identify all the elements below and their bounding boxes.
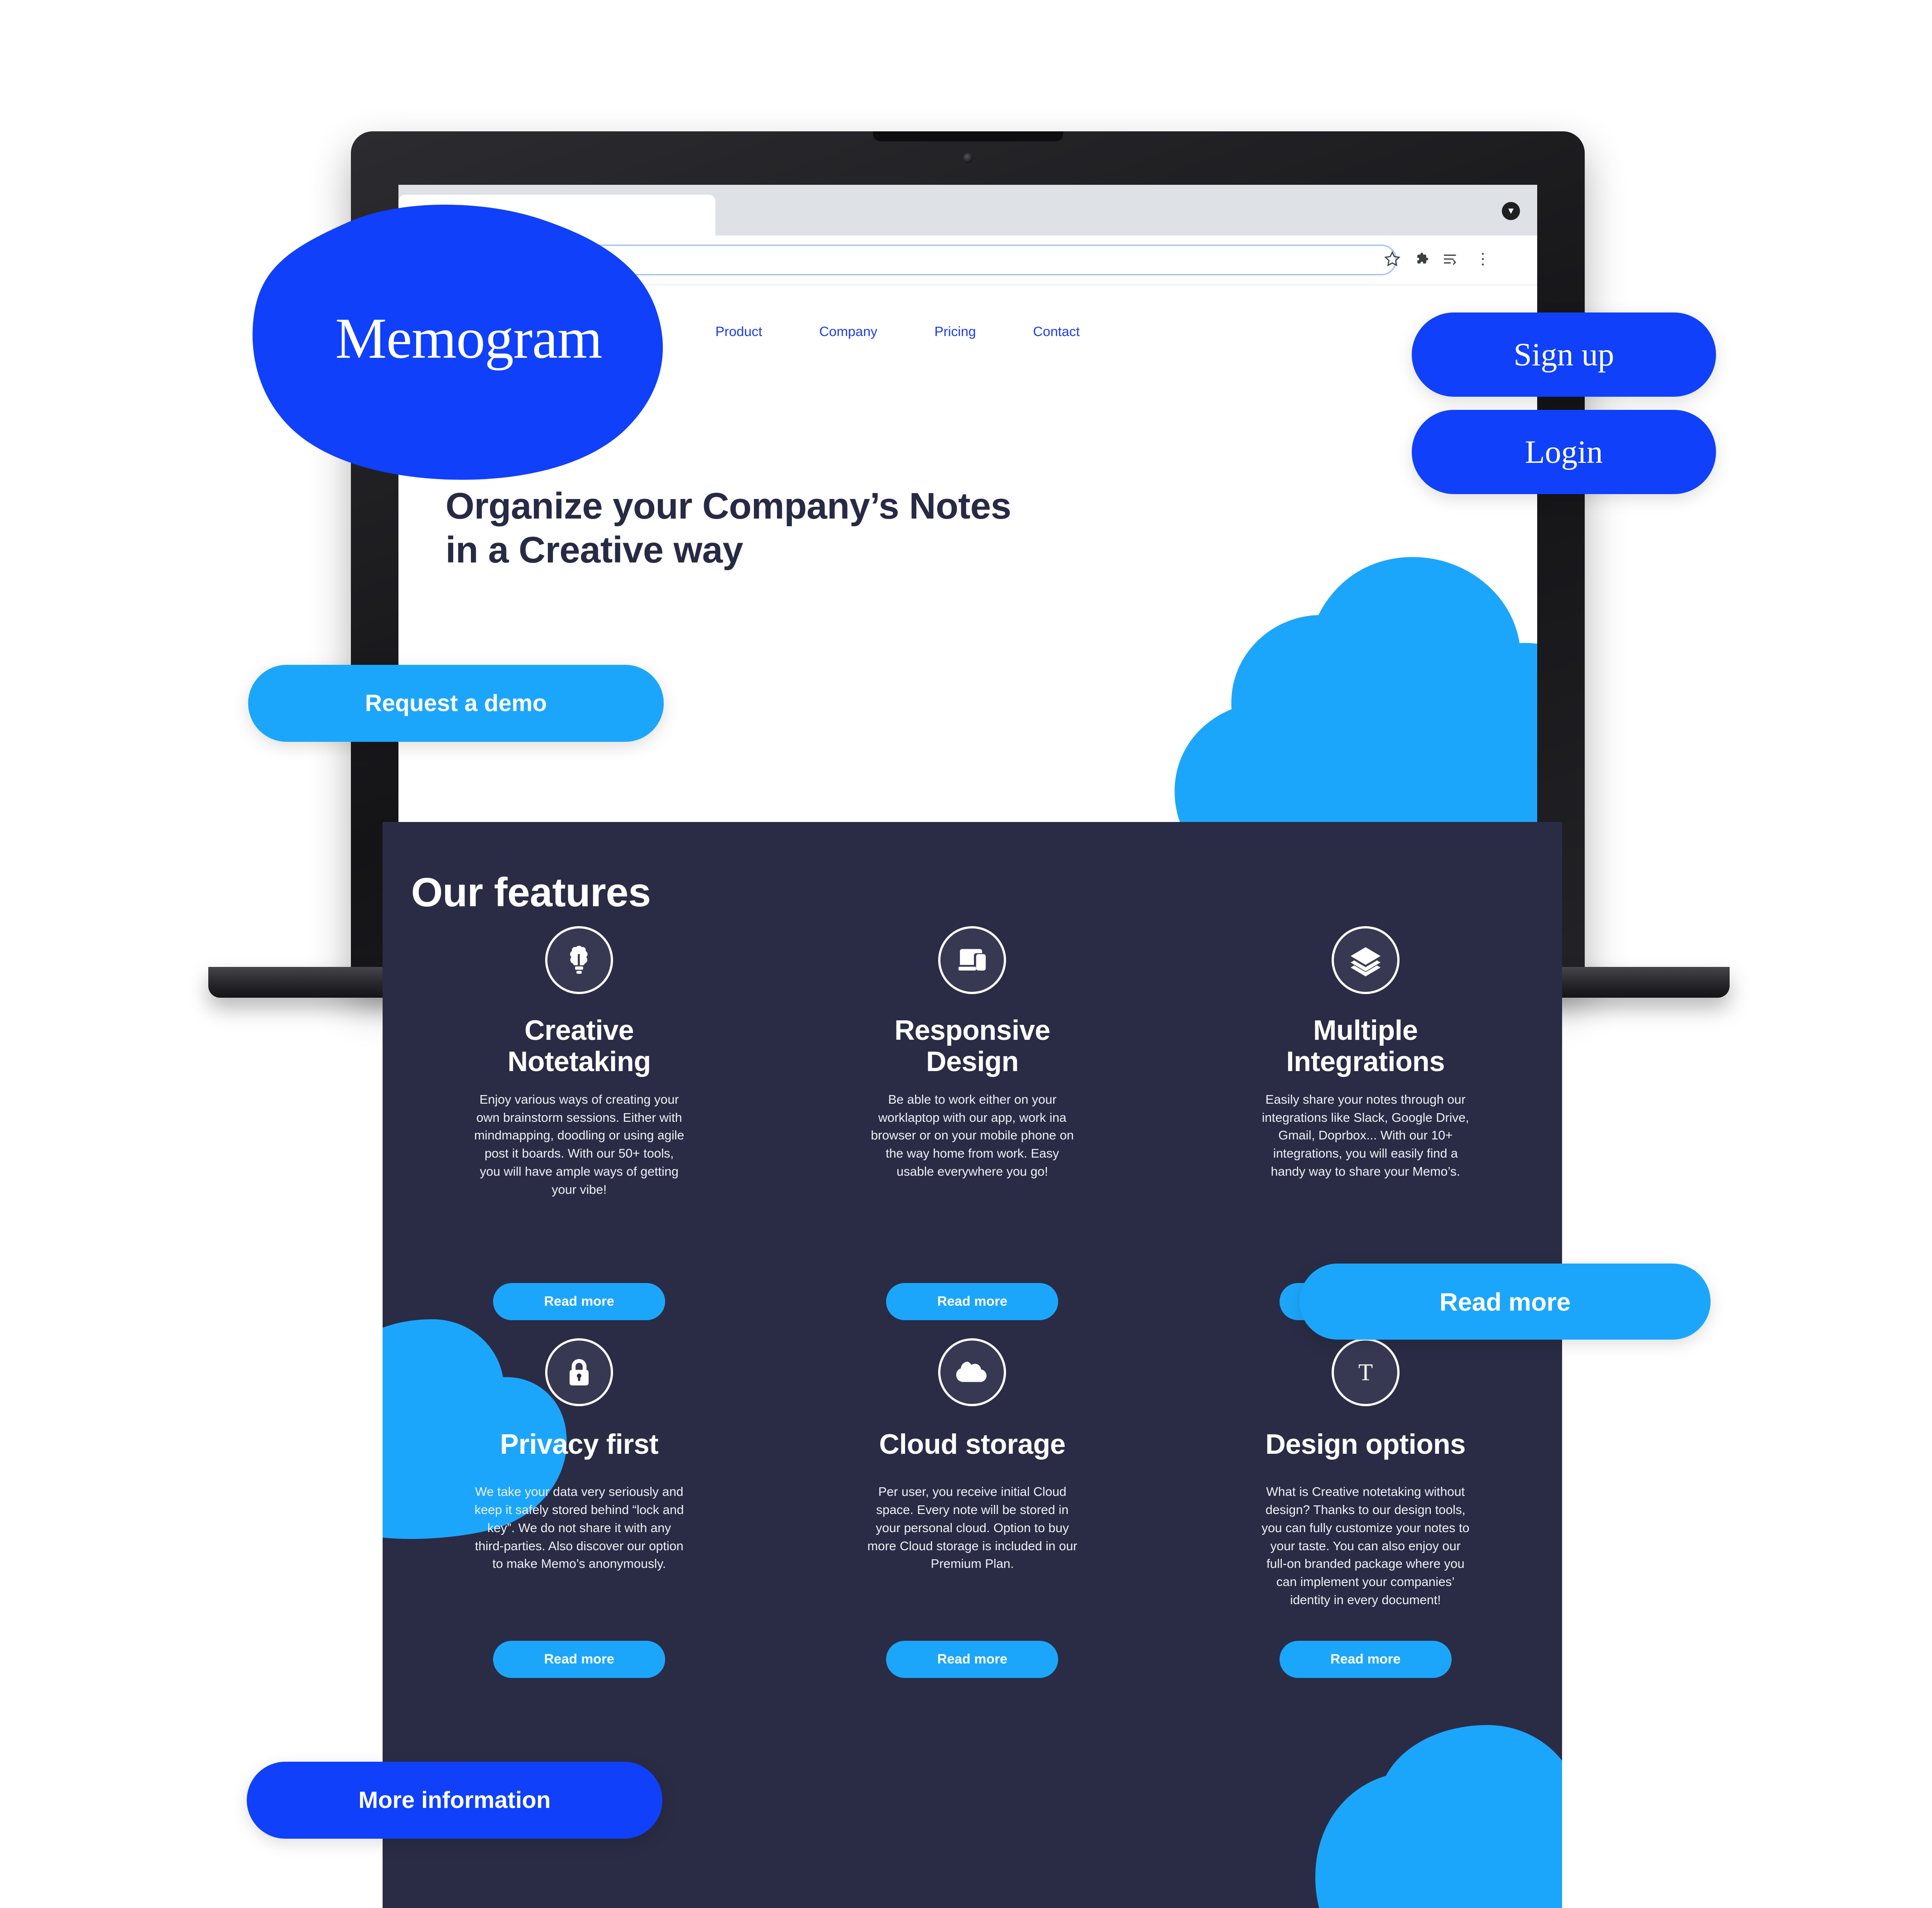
nav-link-company[interactable]: Company <box>819 324 877 340</box>
cloud-decoration-right <box>1315 1714 1562 1908</box>
login-button[interactable]: Login <box>1412 410 1716 494</box>
feature-title: Responsive Design <box>894 1015 1050 1078</box>
feature-description: What is Creative notetaking without desi… <box>1261 1485 1470 1607</box>
signup-button[interactable]: Sign up <box>1412 312 1716 397</box>
bookmark-star-icon[interactable] <box>1381 248 1403 270</box>
feature-description: Be able to work either on your worklapto… <box>871 1092 1074 1178</box>
cloud-icon <box>938 1338 1007 1406</box>
brain-lightbulb-icon <box>545 926 614 994</box>
profile-avatar-icon[interactable]: ▼ <box>1502 202 1520 220</box>
request-demo-button[interactable]: Request a demo <box>248 665 664 742</box>
feature-title: Creative Notetaking <box>507 1015 651 1078</box>
nav-link-pricing[interactable]: Pricing <box>935 324 976 340</box>
hero-heading-line-1: Organize your Company’s Notes <box>446 485 1012 527</box>
typography-t-icon: T <box>1331 1338 1400 1406</box>
read-more-button[interactable]: Read more <box>886 1641 1059 1678</box>
laptop-notch <box>873 131 1063 141</box>
hero-heading: Organize your Company’s Notes in a Creat… <box>446 485 1170 572</box>
features-row: Privacy first We take your data very ser… <box>383 1338 1562 1682</box>
browser-menu-icon[interactable]: ⋮ <box>1472 248 1494 270</box>
mockup-stage: × ▼ <box>0 0 1932 1908</box>
laptop-webcam-icon <box>963 153 973 163</box>
read-more-overlay-button[interactable]: Read more <box>1299 1264 1711 1340</box>
feature-title: Cloud storage <box>879 1429 1066 1460</box>
brand-logo[interactable]: Memogram <box>247 204 681 482</box>
devices-icon <box>938 926 1007 994</box>
feature-description: Easily share your notes through our inte… <box>1262 1092 1469 1178</box>
read-more-button[interactable]: Read more <box>493 1641 666 1678</box>
feature-card-privacy-first: Privacy first We take your data very ser… <box>383 1338 776 1682</box>
reading-list-icon[interactable] <box>1439 248 1461 270</box>
hero-heading-line-2: in a Creative way <box>446 529 743 571</box>
feature-title: Privacy first <box>500 1429 659 1460</box>
read-more-button[interactable]: Read more <box>493 1283 666 1320</box>
feature-card-design-options: T Design options What is Creative noteta… <box>1169 1338 1562 1682</box>
features-section: Our features Creative Notetaking Enjoy v… <box>383 822 1562 1908</box>
nav-link-contact[interactable]: Contact <box>1033 324 1080 340</box>
read-more-button[interactable]: Read more <box>1279 1641 1452 1678</box>
extensions-puzzle-icon[interactable] <box>1412 248 1434 270</box>
section-title: Our features <box>411 870 651 915</box>
read-more-button[interactable]: Read more <box>886 1283 1059 1320</box>
svg-text:T: T <box>1358 1360 1373 1386</box>
feature-title: Design options <box>1265 1429 1466 1460</box>
feature-description: Per user, you receive initial Cloud spac… <box>867 1485 1078 1571</box>
feature-description: We take your data very seriously and kee… <box>475 1485 684 1571</box>
nav-link-list: Product Company Pricing Contact <box>715 324 1080 340</box>
feature-card-cloud-storage: Cloud storage Per user, you receive init… <box>776 1338 1169 1682</box>
feature-card-creative-notetaking: Creative Notetaking Enjoy various ways o… <box>383 926 776 1325</box>
lock-icon <box>545 1338 614 1406</box>
layers-stack-icon <box>1331 926 1400 994</box>
feature-card-responsive-design: Responsive Design Be able to work either… <box>776 926 1169 1325</box>
feature-title: Multiple Integrations <box>1286 1015 1445 1078</box>
nav-link-product[interactable]: Product <box>715 324 762 340</box>
feature-description: Enjoy various ways of creating your own … <box>474 1092 685 1197</box>
more-information-button[interactable]: More information <box>247 1762 662 1839</box>
